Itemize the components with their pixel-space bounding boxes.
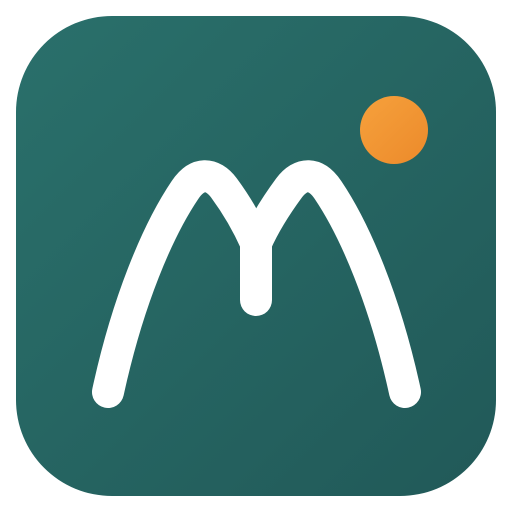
app-icon-canvas [0, 0, 512, 512]
app-icon [16, 16, 496, 496]
orange-dot-icon [360, 96, 428, 164]
